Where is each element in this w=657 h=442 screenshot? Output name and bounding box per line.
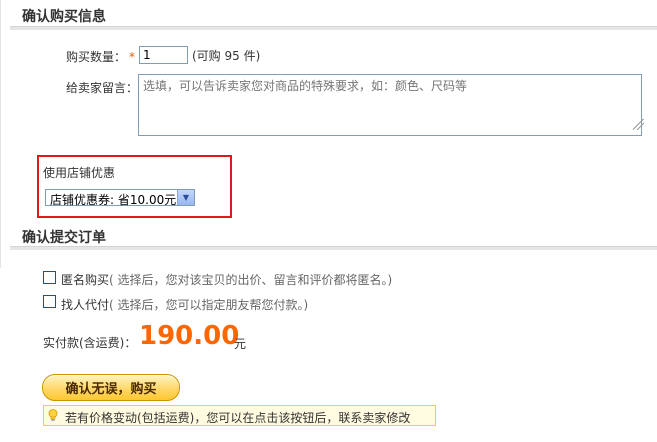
confirm-purchase-button[interactable]: 确认无误，购买: [42, 374, 180, 401]
left-border: [0, 0, 1, 268]
submit-order-title: 确认提交订单: [22, 230, 106, 246]
message-label: 给卖家留言：: [66, 81, 139, 95]
proxy-pay-label[interactable]: 找人代付: [61, 298, 109, 312]
seller-message-input[interactable]: [138, 74, 642, 136]
quantity-label-row: 购买数量： *: [66, 48, 135, 65]
required-mark: *: [129, 50, 136, 64]
proxy-pay-hint: ( 选择后，您可以指定朋友帮您付款。): [109, 298, 309, 312]
anonymous-row: 匿名购买( 选择后，您对该宝贝的出价、留言和评价都将匿名。): [61, 271, 392, 288]
price-change-tip-text: 若有价格变动(包括运费)，您可以在点击该按钮后，联系卖家修改: [65, 411, 411, 425]
purchase-info-title: 确认购买信息: [22, 9, 106, 25]
resize-grip-icon[interactable]: [633, 119, 644, 130]
proxy-pay-checkbox[interactable]: [43, 295, 56, 308]
quantity-label: 购买数量：: [66, 50, 127, 64]
quantity-input[interactable]: [139, 46, 188, 64]
anonymous-label[interactable]: 匿名购买: [61, 273, 109, 287]
pay-label: 实付款(含运费)：: [43, 336, 137, 350]
section-divider: [10, 246, 657, 250]
quantity-available-hint: (可购 95 件): [192, 49, 261, 63]
anonymous-checkbox[interactable]: [43, 271, 56, 284]
anonymous-hint: ( 选择后，您对该宝贝的出价、留言和评价都将匿名。): [109, 273, 393, 287]
section-divider: [10, 26, 657, 30]
shop-promo-title: 使用店铺优惠: [43, 166, 116, 180]
pay-unit: 元: [234, 337, 247, 351]
proxy-pay-row: 找人代付( 选择后，您可以指定朋友帮您付款。): [61, 296, 308, 313]
pay-amount: 190.00: [139, 321, 240, 351]
price-change-tip: 若有价格变动(包括运费)，您可以在点击该按钮后，联系卖家修改: [43, 405, 436, 426]
shop-coupon-selected-value: 店铺优惠券: 省10.00元: [50, 193, 177, 207]
chevron-down-icon[interactable]: ▼: [177, 190, 194, 205]
lightbulb-icon: [48, 409, 58, 421]
shop-coupon-select[interactable]: 店铺优惠券: 省10.00元 ▼: [45, 189, 195, 207]
